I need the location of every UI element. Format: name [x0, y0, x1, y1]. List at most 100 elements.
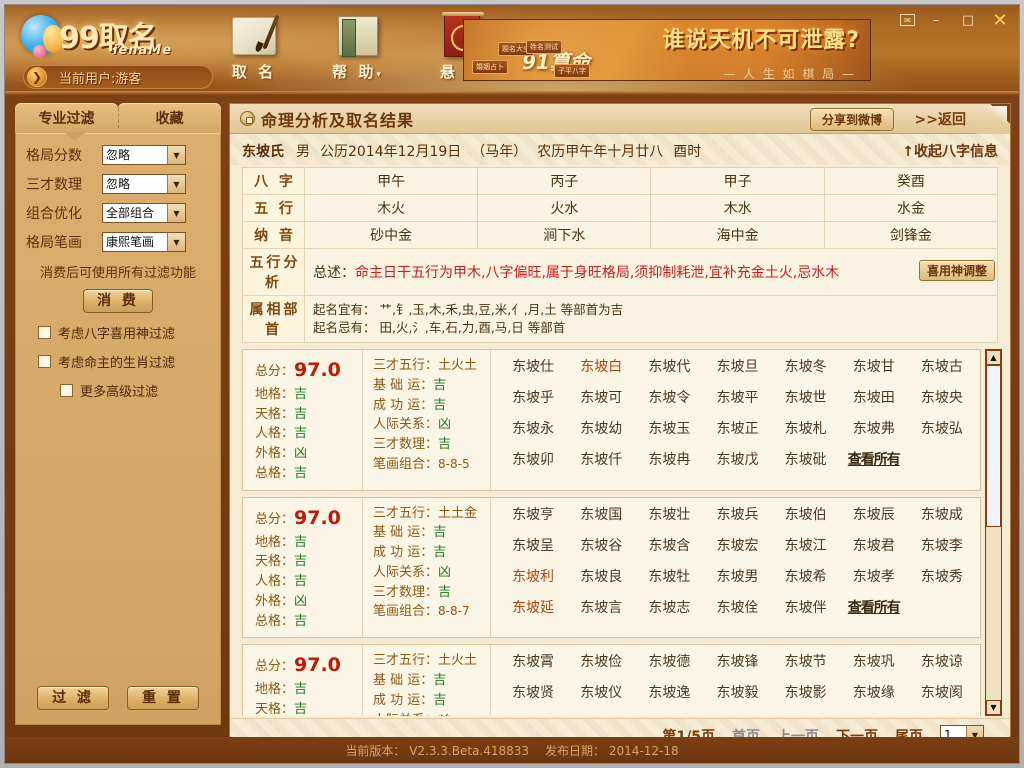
select-pattern-score[interactable]: 忽略 ▼ [102, 145, 186, 165]
chevron-down-icon[interactable]: ▼ [167, 175, 185, 193]
name-item[interactable]: 东坡谷 [567, 535, 635, 555]
name-item[interactable]: 东坡呈 [499, 535, 567, 555]
name-item[interactable]: 东坡古 [908, 356, 976, 376]
name-item[interactable]: 东坡含 [635, 535, 703, 555]
name-item[interactable]: 东坡秀 [908, 566, 976, 586]
name-item[interactable]: 东坡希 [772, 566, 840, 586]
name-item[interactable]: 东坡孝 [840, 566, 908, 586]
name-item[interactable]: 东坡田 [840, 387, 908, 407]
result-card[interactable]: 总分：97.0 地格：吉 天格：吉 人格：吉 外格：凶 总格：吉 三才五行：土火… [242, 644, 981, 716]
name-item[interactable]: 东坡影 [772, 682, 840, 702]
name-item[interactable]: 东坡可 [567, 387, 635, 407]
view-all-link[interactable]: 查看所有 [840, 449, 908, 469]
name-item[interactable]: 东坡玉 [635, 418, 703, 438]
name-item[interactable]: 东坡代 [635, 356, 703, 376]
name-item[interactable]: 东坡延 [499, 597, 567, 617]
share-to-weibo-button[interactable]: 分享到微博 [809, 108, 894, 131]
reset-button[interactable]: 重 置 [127, 686, 199, 710]
view-all-link[interactable]: 查看所有 [840, 597, 908, 617]
name-item[interactable]: 东坡兵 [703, 504, 771, 524]
checkbox-shengxiao[interactable] [38, 355, 51, 368]
name-item[interactable]: 东坡锋 [703, 651, 771, 671]
name-item[interactable]: 东坡仟 [567, 449, 635, 469]
chevron-down-icon[interactable]: ▼ [167, 204, 185, 222]
consume-button[interactable]: 消 费 [83, 289, 153, 313]
name-item[interactable]: 东坡谅 [908, 651, 976, 671]
name-item[interactable]: 东坡札 [772, 418, 840, 438]
checkbox-row-advanced[interactable]: 更多高级过滤 [60, 381, 210, 400]
name-item[interactable]: 东坡弘 [908, 418, 976, 438]
name-item[interactable]: 东坡砒 [772, 449, 840, 469]
select-sancai-shuli[interactable]: 忽略 ▼ [102, 174, 186, 194]
minimize-icon[interactable]: – [925, 11, 947, 29]
name-item[interactable]: 东坡牡 [635, 566, 703, 586]
maximize-icon[interactable]: □ [957, 11, 979, 29]
name-item[interactable]: 东坡旦 [703, 356, 771, 376]
name-item[interactable]: 东坡缘 [840, 682, 908, 702]
name-item[interactable]: 东坡乎 [499, 387, 567, 407]
name-item[interactable]: 东坡江 [772, 535, 840, 555]
name-item[interactable]: 东坡幼 [567, 418, 635, 438]
select-combination-optimize[interactable]: 全部组合 ▼ [102, 203, 186, 223]
name-item[interactable]: 东坡伴 [772, 597, 840, 617]
app-logo[interactable]: 99取名 ienaMe [17, 11, 197, 63]
name-item[interactable]: 东坡宏 [703, 535, 771, 555]
name-item[interactable]: 东坡良 [567, 566, 635, 586]
name-item[interactable]: 东坡戊 [703, 449, 771, 469]
current-user-bar[interactable]: ❯ 当前用户:游客 [23, 65, 213, 89]
name-item[interactable]: 东坡君 [840, 535, 908, 555]
name-item[interactable]: 东坡国 [567, 504, 635, 524]
name-item[interactable]: 东坡逸 [635, 682, 703, 702]
filter-button[interactable]: 过 滤 [37, 686, 109, 710]
name-item[interactable]: 东坡男 [703, 566, 771, 586]
name-item[interactable]: 东坡白 [567, 356, 635, 376]
name-item[interactable]: 东坡卯 [499, 449, 567, 469]
tab-professional-filter[interactable]: 专业过滤 [15, 103, 118, 133]
name-item[interactable]: 东坡巩 [840, 651, 908, 671]
name-item[interactable]: 东坡辰 [840, 504, 908, 524]
name-item[interactable]: 东坡志 [635, 597, 703, 617]
name-item[interactable]: 东坡冬 [772, 356, 840, 376]
minimize-to-tray-icon[interactable]: ✉ [900, 14, 915, 26]
name-item[interactable]: 东坡阂 [908, 682, 976, 702]
name-item[interactable]: 东坡仪 [567, 682, 635, 702]
checkbox-advanced[interactable] [60, 384, 73, 397]
name-item[interactable]: 东坡伯 [772, 504, 840, 524]
name-item[interactable]: 东坡李 [908, 535, 976, 555]
name-item[interactable]: 东坡正 [703, 418, 771, 438]
tab-favorites[interactable]: 收藏 [118, 103, 221, 133]
close-icon[interactable]: ✕ [989, 10, 1011, 31]
chevron-down-icon[interactable]: ▼ [167, 146, 185, 164]
checkbox-row-shengxiao[interactable]: 考虑命主的生肖过滤 [38, 352, 210, 371]
scroll-down-icon[interactable]: ▼ [986, 700, 1001, 715]
name-item[interactable]: 东坡永 [499, 418, 567, 438]
name-item[interactable]: 东坡壮 [635, 504, 703, 524]
result-card[interactable]: 总分：97.0 地格：吉 天格：吉 人格：吉 外格：凶 总格：吉 三才五行：土土… [242, 496, 981, 639]
name-item[interactable]: 东坡贤 [499, 682, 567, 702]
name-item[interactable]: 东坡甘 [840, 356, 908, 376]
checkbox-row-xiyongshen[interactable]: 考虑八字喜用神过滤 [38, 323, 210, 342]
name-item[interactable]: 东坡亨 [499, 504, 567, 524]
name-item[interactable]: 东坡成 [908, 504, 976, 524]
name-item[interactable]: 东坡平 [703, 387, 771, 407]
name-item[interactable]: 东坡仕 [499, 356, 567, 376]
chevron-down-icon[interactable]: ▼ [167, 233, 185, 251]
select-pattern-strokes[interactable]: 康熙笔画 ▼ [102, 232, 186, 252]
checkbox-xiyongshen[interactable] [38, 326, 51, 339]
name-item[interactable]: 东坡令 [635, 387, 703, 407]
nav-button-naming[interactable]: 取 名 [215, 13, 293, 82]
name-item[interactable]: 东坡利 [499, 566, 567, 586]
back-button[interactable]: >>返回 [915, 109, 966, 129]
promo-banner[interactable]: 谁说天机不可泄露? 91算命 题名大全 婚姻占卜 子平八字 姓名测试 — 人 生… [463, 19, 871, 81]
name-item[interactable]: 东坡佺 [703, 597, 771, 617]
result-card[interactable]: 总分：97.0 地格：吉 天格：吉 人格：吉 外格：凶 总格：吉 三才五行：土火… [242, 349, 981, 491]
name-item[interactable]: 东坡毅 [703, 682, 771, 702]
scrollbar-thumb[interactable] [986, 365, 1001, 527]
name-item[interactable]: 东坡弗 [840, 418, 908, 438]
name-item[interactable]: 东坡冉 [635, 449, 703, 469]
results-scrollbar[interactable]: ▲ ▼ [985, 349, 1002, 716]
name-item[interactable]: 东坡俭 [567, 651, 635, 671]
scroll-up-icon[interactable]: ▲ [986, 350, 1001, 365]
name-item[interactable]: 东坡节 [772, 651, 840, 671]
xiyongshen-adjust-button[interactable]: 喜用神调整 [918, 260, 995, 281]
